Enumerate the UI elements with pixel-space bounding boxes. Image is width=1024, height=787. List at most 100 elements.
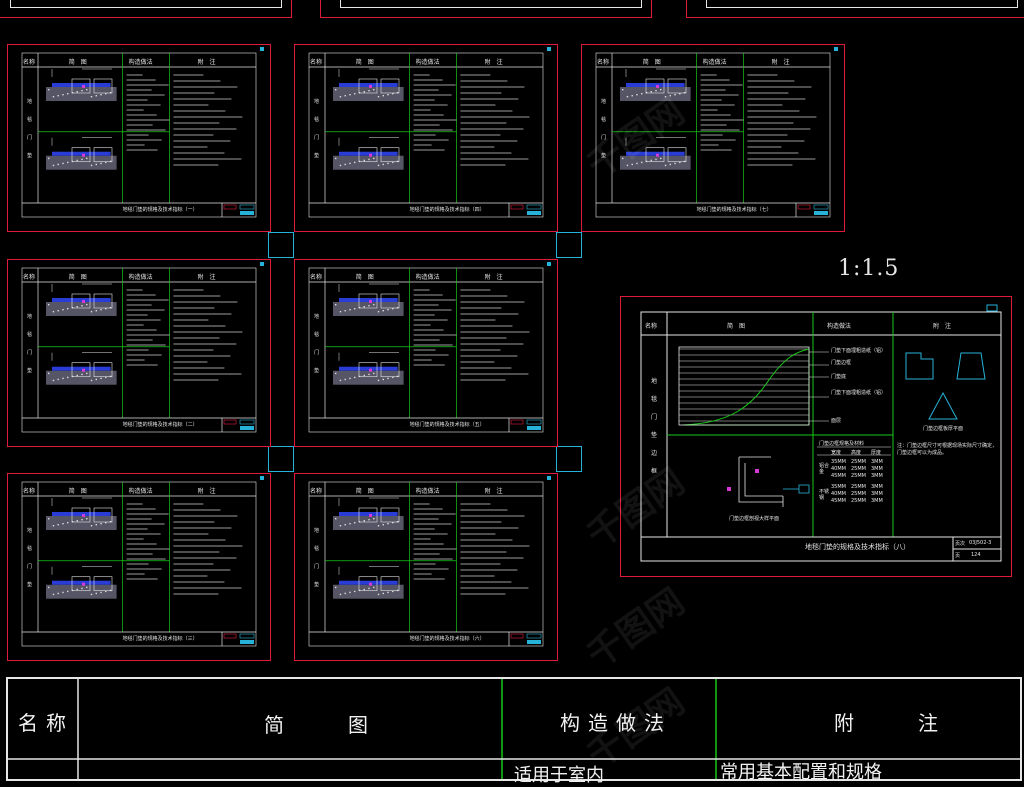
detail-sheet-label: 页 [955, 553, 961, 559]
detail-table-cell: 3MM [871, 498, 883, 504]
bottom-header-name: 名称 [18, 711, 74, 735]
connector-box [268, 446, 294, 472]
connector-box [556, 232, 582, 258]
drawing-sheet[interactable]: 名称 简 图 构造做法 附 注地毯门垫 地毯门垫的规格及技术指标（六） [294, 473, 558, 661]
scale-label: 1:1.5 [838, 256, 900, 281]
detail-method-item: 面层 [831, 418, 842, 424]
sheet-header-name: 名称 [23, 488, 36, 495]
detail-header-method: 构造做法 [827, 323, 852, 330]
detail-table-cell: 3MM [871, 484, 883, 490]
detail-table-cell: 35MM [831, 459, 846, 465]
detail-plan-caption: 门垫边框剖视大样平面 [729, 516, 780, 522]
sheet-header-sketch: 简 图 [68, 59, 87, 66]
sheet-header-sketch: 简 图 [68, 274, 87, 281]
watermark: 千图网 [580, 581, 693, 677]
detail-table-cell: 3MM [871, 473, 883, 479]
detail-page-label: 页次 [955, 541, 966, 547]
sheet-header-notes: 附 注 [197, 488, 216, 495]
detail-header-notes: 附 注 [933, 323, 952, 330]
sheet-caption: 地毯门垫的规格及技术指标（三） [122, 636, 198, 642]
detail-table-cell: 25MM [851, 491, 866, 497]
sheet-header-name: 名称 [23, 274, 36, 281]
sheet-drawing [21, 47, 264, 218]
drawing-sheet[interactable]: 名称 简 图 构造做法 附 注地毯门垫地毯门垫的规格及技术指标（二） [7, 259, 271, 447]
sheet-header-method: 构造做法 [702, 59, 727, 66]
drawing-sheet[interactable]: 名称 简 图 构造做法 附 注地毯门垫地毯门垫的规格及技术指标（一） [7, 44, 271, 232]
bottom-notes-row: 常用基本配置和规格 [720, 762, 882, 783]
sheet-header-method: 构造做法 [128, 488, 153, 495]
detail-table-cell: 45MM [831, 498, 846, 504]
bottom-table-frame[interactable]: 名称 简 图 构造做法 附 注 适用于室内 常用基本配置和规格 [6, 677, 1022, 786]
detail-sheet-drawing [640, 304, 1002, 562]
detail-header-sketch: 简 图 [727, 323, 746, 330]
sheet-caption: 地毯门垫的规格及技术指标（五） [409, 422, 485, 428]
sheet-side-label: 地毯门垫 [314, 314, 320, 374]
sheet-caption: 地毯门垫的规格及技术指标（四） [409, 207, 485, 213]
detail-table-head-cell: 宽度 [831, 450, 842, 456]
detail-notes-caption: 门垫边框板厚平面 [923, 426, 964, 432]
detail-sheet-val: 124 [971, 552, 981, 558]
detail-table-cell: 40MM [831, 491, 846, 497]
sheet-caption: 地毯门垫的规格及技术指标（六） [409, 636, 485, 642]
detail-header-name: 名称 [645, 323, 658, 330]
sheet-header-name: 名称 [597, 59, 610, 66]
detail-table-cell: 3MM [871, 466, 883, 472]
detail-method-item: 门垫下面埋粗造纸（铝） [831, 390, 887, 396]
detail-table-cell: 25MM [851, 498, 866, 504]
drawing-sheet[interactable]: 名称 简 图 构造做法 附 注地毯门垫地毯门垫的规格及技术指标（四） [294, 44, 558, 232]
detail-table-cell: 35MM [831, 484, 846, 490]
sheet-side-label: 地毯门垫 [27, 99, 33, 159]
sheet-header-method: 构造做法 [415, 59, 440, 66]
sheet-header-method: 构造做法 [128, 59, 153, 66]
drawing-sheet[interactable]: 名称 简 图 构造做法 附 注地毯门垫地毯门垫的规格及技术指标（三） [7, 473, 271, 661]
detail-caption: 地毯门垫的规格及技术指标（八） [805, 543, 910, 551]
sheet-drawing [308, 476, 551, 647]
detail-table-side: 铝合金 [819, 463, 830, 475]
sheet-header-notes: 附 注 [197, 274, 216, 281]
detail-table-cell: 3MM [871, 459, 883, 465]
detail-table-cell: 25MM [851, 459, 866, 465]
sheet-side-label: 地毯门垫 [27, 314, 33, 374]
detail-table-head-cell: 厚度 [871, 450, 882, 456]
detail-method-item: 门垫下面埋粗造纸（铝） [831, 348, 887, 354]
sheet-header-sketch: 简 图 [642, 59, 661, 66]
sheet-drawing [308, 262, 551, 433]
sheet-drawing [21, 476, 264, 647]
sheet-side-label: 地毯门垫 [314, 528, 320, 588]
sheet-header-notes: 附 注 [484, 59, 503, 66]
detail-method-item: 门垫边框 [831, 360, 852, 366]
detail-notes-text: 注：门垫边框尺寸可根据现场实际尺寸确定，门垫边框可以为成品。 [897, 443, 998, 456]
top-sheet-strip [0, 0, 1024, 18]
sheet-caption: 地毯门垫的规格及技术指标（一） [122, 207, 198, 213]
bottom-method-row: 适用于室内 [514, 765, 604, 786]
sheet-header-notes: 附 注 [484, 488, 503, 495]
detail-table-cell: 25MM [851, 484, 866, 490]
detail-method-item: 门垫底 [831, 374, 847, 380]
detail-table-cell: 40MM [831, 466, 846, 472]
sheet-header-method: 构造做法 [128, 274, 153, 281]
sheet-side-label: 地毯门垫 [314, 99, 320, 159]
connector-box [268, 232, 294, 258]
sheet-header-name: 名称 [310, 274, 323, 281]
sheet-header-name: 名称 [310, 488, 323, 495]
sheet-header-name: 名称 [23, 59, 36, 66]
bottom-header-sketch: 简 图 [264, 713, 376, 737]
detail-table-cell: 45MM [831, 473, 846, 479]
sheet-header-sketch: 简 图 [355, 274, 374, 281]
drawing-sheet[interactable]: 名称 简 图 构造做法 附 注地毯门垫 地毯门垫的规格及技术指标（五） [294, 259, 558, 447]
sheet-header-name: 名称 [310, 59, 323, 66]
detail-table-cell: 25MM [851, 466, 866, 472]
sheet-header-notes: 附 注 [197, 59, 216, 66]
sheet-side-label: 地毯门垫 [27, 528, 33, 588]
sheet-caption: 地毯门垫的规格及技术指标（七） [696, 207, 772, 213]
sheet-drawing [308, 47, 551, 218]
detail-table-head-cell: 高度 [851, 450, 862, 456]
sheet-caption: 地毯门垫的规格及技术指标（二） [122, 422, 198, 428]
sheet-header-sketch: 简 图 [68, 488, 87, 495]
detail-page-ref: 03J502-3 [969, 540, 992, 546]
sheet-header-sketch: 简 图 [355, 59, 374, 66]
sheet-header-notes: 附 注 [771, 59, 790, 66]
connector-box [556, 446, 582, 472]
detail-sheet[interactable]: 名称 简 图 构造做法 附 注 地毯门垫边框 门垫下面埋粗造纸（铝） 门垫边框 门垫… [620, 296, 1012, 577]
sheet-header-sketch: 简 图 [355, 488, 374, 495]
